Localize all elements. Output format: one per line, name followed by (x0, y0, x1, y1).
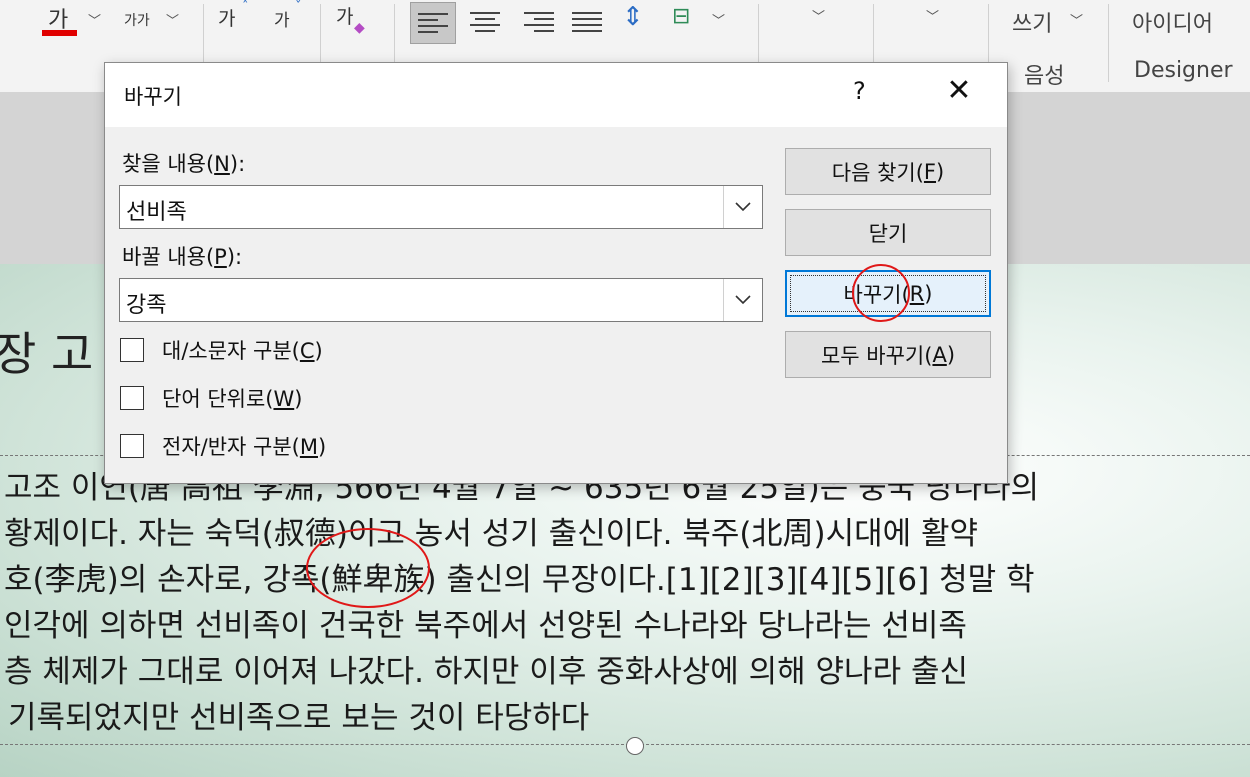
annotation-circle-button (852, 264, 910, 322)
chevron-down-icon[interactable]: ﹀ (812, 6, 825, 25)
width-match-checkbox[interactable] (120, 434, 144, 458)
annotation-circle-text (306, 528, 430, 608)
replace-label: 바꿀 내용(P): (122, 245, 243, 269)
match-case-checkbox[interactable] (120, 338, 144, 362)
close-button[interactable]: 닫기 (785, 209, 991, 256)
chevron-down-icon[interactable]: ﹀ (88, 10, 101, 29)
ideas-button[interactable]: 아이디어 (1132, 6, 1213, 38)
body-text-line: 황제이다. 자는 숙덕(叔德)이고 농서 성기 출신이다. 북주(北周)시대에 … (4, 516, 979, 552)
whole-word-checkbox[interactable] (120, 386, 144, 410)
clear-formatting-button[interactable]: 가 (336, 2, 353, 29)
font-size-menu[interactable]: 가가 (124, 10, 150, 30)
width-match-label: 전자/반자 구분(M) (162, 435, 327, 459)
chevron-down-icon (735, 202, 751, 212)
voice-group-label: 음성 (1024, 64, 1065, 89)
dialog-titlebar[interactable]: 바꾸기 ? ✕ (105, 63, 1007, 127)
eraser-icon: ◆ (354, 20, 365, 36)
rotate-handle[interactable] (626, 737, 644, 755)
body-text-line: 인각에 의하면 선비족이 건국한 북주에서 선양된 수나라와 당나라는 선비족 (4, 608, 967, 644)
line-spacing-icon[interactable]: ⇕ (622, 2, 644, 32)
align-left-icon (418, 9, 448, 37)
chevron-down-icon[interactable]: ﹀ (1070, 10, 1083, 29)
find-label: 찾을 내용(N): (122, 152, 246, 176)
justify-icon[interactable] (572, 8, 602, 36)
chevron-down-icon[interactable]: ﹀ (166, 10, 179, 29)
body-text-line: 기록되었지만 선비족으로 보는 것이 타당하다 (8, 700, 590, 736)
chevron-down-icon[interactable]: ﹀ (926, 6, 939, 25)
chevron-down-icon[interactable]: ﹀ (712, 10, 725, 29)
caret-up-icon: ˆ (242, 0, 249, 15)
align-right-icon[interactable] (524, 8, 554, 36)
body-text-line: 층 체제가 그대로 이어져 나갔다. 하지만 이후 중화사상에 의해 양나라 출… (4, 654, 968, 690)
replace-combobox[interactable]: 강족 (119, 278, 763, 322)
chevron-down-icon (735, 295, 751, 305)
match-case-label: 대/소문자 구분(C) (162, 339, 323, 363)
find-next-button[interactable]: 다음 찾기(F) (785, 148, 991, 195)
slide-title[interactable]: 장 고 (0, 318, 93, 384)
find-combobox[interactable]: 선비족 (119, 185, 763, 229)
align-center-icon[interactable] (470, 8, 500, 36)
caret-down-icon: ˇ (295, 0, 302, 15)
body-text-line: 호(李虎)의 손자로, 강족(鮮卑族) 출신의 무장이다.[1][2][3][4… (4, 562, 1035, 598)
replace-all-button[interactable]: 모두 바꾸기(A) (785, 331, 991, 378)
close-icon[interactable]: ✕ (941, 73, 977, 108)
replace-dialog: 바꾸기 ? ✕ 찾을 내용(N): 선비족 바꿀 내용(P): 강족 대/소문자… (104, 62, 1008, 484)
dialog-title: 바꾸기 (124, 85, 182, 109)
replace-input[interactable]: 강족 (126, 287, 166, 319)
replace-dropdown-button[interactable] (723, 279, 762, 321)
separator (1108, 4, 1109, 82)
dictate-button[interactable]: 쓰기 (1012, 6, 1052, 38)
whole-word-label: 단어 단위로(W) (162, 387, 303, 411)
designer-group-label: Designer (1134, 58, 1233, 83)
align-left-button[interactable] (410, 2, 456, 44)
smartart-icon[interactable]: ⊟ (672, 4, 690, 29)
find-dropdown-button[interactable] (723, 186, 762, 228)
find-input[interactable]: 선비족 (126, 194, 187, 226)
font-color-indicator (42, 30, 77, 36)
help-button[interactable]: ? (853, 77, 866, 105)
shrink-font-button[interactable]: 가 (274, 6, 290, 31)
grow-font-button[interactable]: 가 (218, 4, 235, 31)
